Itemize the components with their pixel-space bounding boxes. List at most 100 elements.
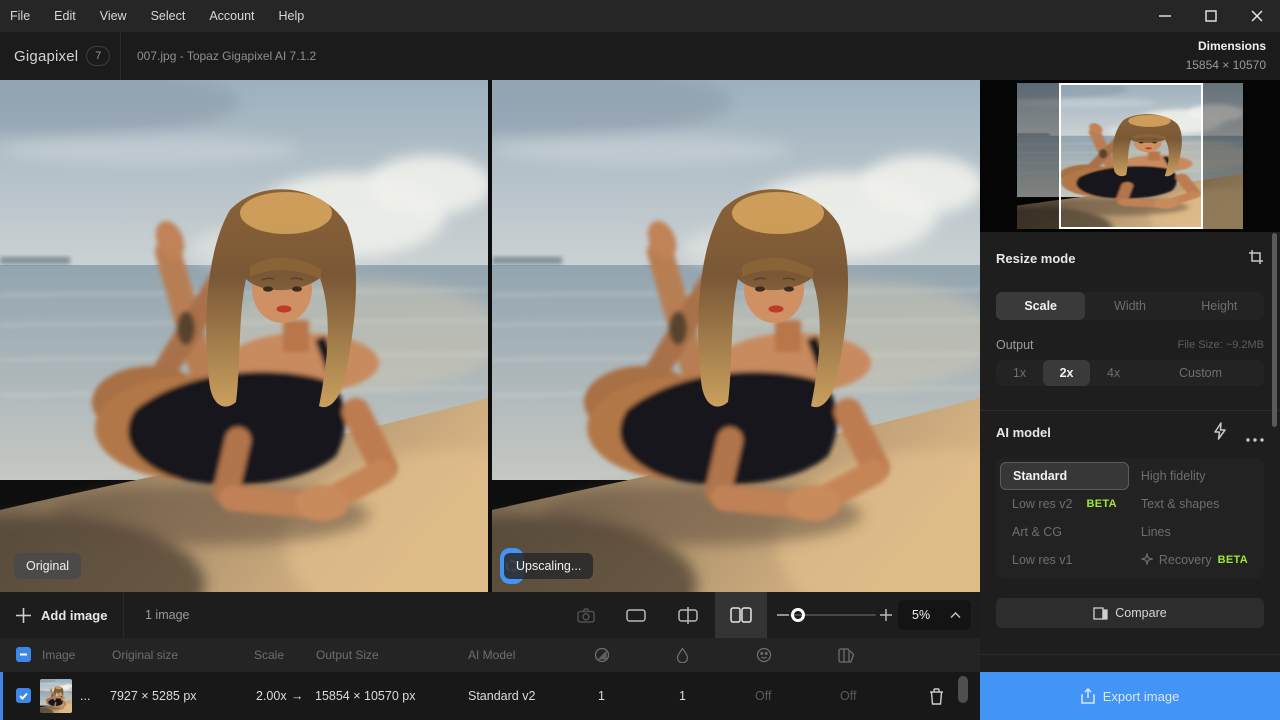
model-recovery[interactable]: Recovery BETA: [1129, 546, 1260, 574]
dimensions-label: Dimensions: [1186, 39, 1266, 53]
original-chip: Original: [14, 553, 81, 580]
model-standard[interactable]: Standard: [1000, 462, 1129, 490]
queue-row[interactable]: ... 7927 × 5285 px 2.00x → 15854 × 10570…: [0, 672, 980, 720]
scale-2x-button[interactable]: 2x: [1043, 360, 1090, 386]
single-view-button[interactable]: [616, 592, 656, 638]
check-icon: [19, 692, 28, 700]
navigator-dim-right: [1203, 83, 1243, 229]
col-scale: Scale: [254, 638, 284, 672]
queue-scrollbar[interactable]: [958, 676, 968, 703]
ai-model-header: AI model: [996, 425, 1051, 440]
scale-1x-button[interactable]: 1x: [996, 360, 1043, 386]
split-view-button[interactable]: [668, 592, 708, 638]
close-icon: [1250, 9, 1264, 23]
navigator-dim-left: [1017, 83, 1059, 229]
version-badge: 7: [86, 46, 110, 66]
side-by-side-view-button[interactable]: [715, 592, 767, 638]
compare-button[interactable]: Compare: [996, 598, 1264, 628]
tab-scale[interactable]: Scale: [996, 292, 1085, 320]
resize-mode-header: Resize mode: [996, 251, 1075, 266]
row-thumbnail: [40, 679, 72, 713]
close-button[interactable]: [1234, 0, 1280, 32]
resize-mode-tabs: Scale Width Height: [996, 292, 1264, 320]
snapshot-camera-icon[interactable]: [566, 592, 606, 638]
queue-header: Image Original size Scale Output Size AI…: [0, 638, 980, 672]
model-art-cg[interactable]: Art & CG: [1000, 518, 1129, 546]
document-title: 007.jpg - Topaz Gigapixel AI 7.1.2: [137, 32, 316, 80]
menu-bar: File Edit View Select Account Help: [0, 0, 1280, 32]
beta-badge: BETA: [1087, 498, 1117, 510]
panel-scrollbar[interactable]: [1272, 233, 1277, 427]
maximize-button[interactable]: [1188, 0, 1234, 32]
delete-row-button[interactable]: [922, 672, 950, 720]
model-low-res-v2[interactable]: Low res v2BETA: [1000, 490, 1129, 518]
dimensions-readout: Dimensions 15854 × 10570: [1186, 39, 1266, 72]
navigator-viewport-rect[interactable]: [1059, 83, 1203, 229]
row-scale: 2.00x: [256, 672, 287, 720]
model-low-res-v1[interactable]: Low res v1: [1000, 546, 1129, 574]
trash-icon: [929, 688, 944, 705]
row-deblur-value[interactable]: 1: [679, 672, 686, 720]
deblur-icon: [676, 638, 689, 672]
select-all-checkbox[interactable]: [16, 647, 31, 662]
toolbar-divider: [123, 592, 124, 638]
model-high-fidelity[interactable]: High fidelity: [1129, 462, 1260, 490]
menu-help[interactable]: Help: [267, 0, 317, 32]
original-pane[interactable]: Original: [0, 80, 488, 592]
scale-custom-button[interactable]: Custom: [1137, 360, 1264, 386]
crop-icon[interactable]: [1248, 249, 1264, 270]
upscaled-photo: [492, 80, 980, 592]
row-original-size: 7927 × 5285 px: [110, 672, 197, 720]
col-output-size: Output Size: [316, 638, 379, 672]
model-lines[interactable]: Lines: [1129, 518, 1260, 546]
plus-icon: [16, 608, 31, 623]
chevron-up-icon: [950, 612, 961, 618]
upscaling-chip: Upscaling...: [504, 553, 593, 580]
dimensions-value: 15854 × 10570: [1186, 58, 1266, 72]
export-image-button[interactable]: Export image: [980, 672, 1280, 720]
sparkle-icon: [1141, 553, 1153, 568]
ai-model-grid: Standard High fidelity Low res v2BETA Te…: [996, 458, 1264, 578]
row-gamma-value[interactable]: Off: [840, 672, 856, 720]
zoom-level-dropdown[interactable]: 5%: [898, 600, 971, 630]
original-photo: [0, 80, 488, 592]
menu-view[interactable]: View: [88, 0, 139, 32]
more-options-icon[interactable]: [1246, 429, 1264, 447]
compare-icon: [1093, 607, 1108, 620]
menu-file[interactable]: File: [0, 0, 42, 32]
tab-width[interactable]: Width: [1085, 292, 1174, 320]
navigator-preview[interactable]: [980, 80, 1280, 232]
menu-edit[interactable]: Edit: [42, 0, 88, 32]
row-denoise-value[interactable]: 1: [598, 672, 605, 720]
row-face-recovery-value[interactable]: Off: [755, 672, 771, 720]
gigapixel-window: File Edit View Select Account Help Gigap…: [0, 0, 1280, 720]
face-recovery-icon: [756, 638, 772, 672]
col-ai-model: AI Model: [468, 638, 515, 672]
tab-height[interactable]: Height: [1175, 292, 1264, 320]
bottom-toolbar: Add image 1 image 5%: [0, 592, 980, 638]
section-divider: [980, 410, 1280, 411]
upscaled-pane[interactable]: Upscaling...: [492, 80, 980, 592]
image-canvas[interactable]: Original Upscaling...: [0, 80, 980, 592]
upscaling-status: Upscaling...: [500, 548, 524, 584]
scale-options: 1x 2x 4x Custom: [996, 360, 1264, 386]
col-image: Image: [42, 638, 75, 672]
lightning-icon[interactable]: [1212, 422, 1228, 445]
panel-bottom-divider: [980, 654, 1280, 655]
col-original-size: Original size: [112, 638, 178, 672]
menu-account[interactable]: Account: [197, 0, 266, 32]
scale-4x-button[interactable]: 4x: [1090, 360, 1137, 386]
row-output-size: 15854 × 10570 px: [315, 672, 415, 720]
zoom-slider-handle[interactable]: [791, 608, 805, 622]
side-by-side-icon: [730, 607, 752, 623]
add-image-button[interactable]: Add image: [16, 592, 107, 638]
beta-badge: BETA: [1218, 554, 1248, 566]
row-checkbox[interactable]: [16, 688, 31, 703]
menu-select[interactable]: Select: [139, 0, 198, 32]
minimize-icon: [1158, 9, 1172, 23]
model-text-shapes[interactable]: Text & shapes: [1129, 490, 1260, 518]
image-count: 1 image: [145, 592, 189, 638]
minimize-button[interactable]: [1142, 0, 1188, 32]
title-bar: Gigapixel 7 007.jpg - Topaz Gigapixel AI…: [0, 32, 1280, 80]
settings-panel: Resize mode Scale Width Height Output Fi…: [980, 80, 1280, 720]
